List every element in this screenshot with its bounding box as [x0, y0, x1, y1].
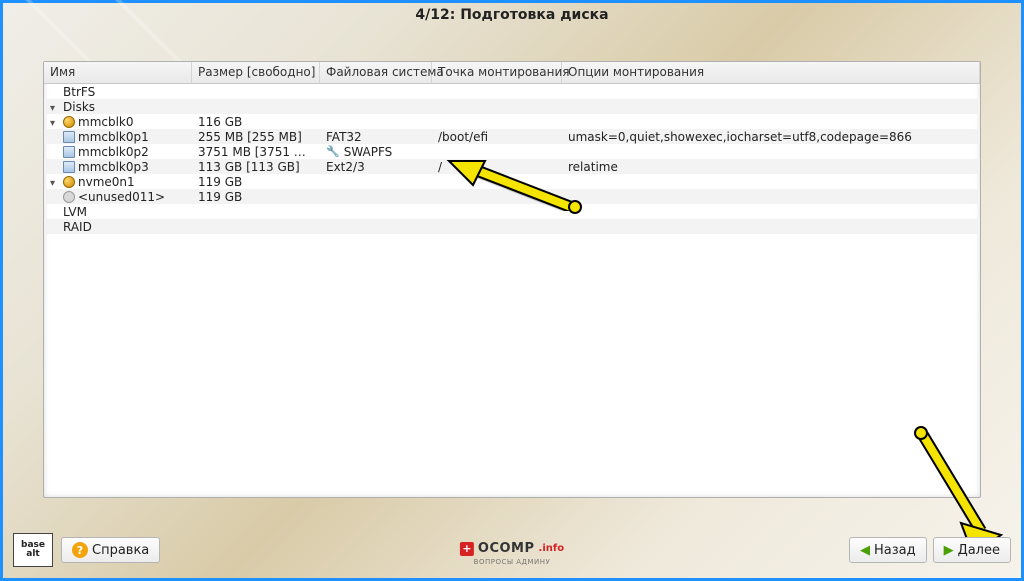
wrench-icon: 🔧: [326, 146, 340, 157]
table-header: Имя Размер [свободно] Файловая система Т…: [44, 62, 980, 84]
row-name: BtrFS: [63, 85, 95, 99]
footer: base alt ? Справка ◀ Назад ▶ Далее: [13, 532, 1011, 568]
cell-name: mmcblk0p3: [44, 160, 192, 174]
distro-logo: base alt: [13, 533, 53, 567]
row-name: mmcblk0p1: [78, 130, 149, 144]
table-row[interactable]: mmcblk0p2 3751 MB [3751 MB] 🔧 SWAPFS: [44, 144, 980, 159]
partition-panel: Имя Размер [свободно] Файловая система Т…: [43, 61, 981, 498]
table-row[interactable]: nvme0n1 119 GB: [44, 174, 980, 189]
help-label: Справка: [92, 543, 149, 558]
cell-size: 3751 MB [3751 MB]: [192, 145, 320, 159]
row-name: nvme0n1: [78, 175, 135, 189]
cell-name: RAID: [44, 220, 192, 234]
row-name: Disks: [63, 100, 95, 114]
row-name: mmcblk0p2: [78, 145, 149, 159]
cell-size: 113 GB [113 GB]: [192, 160, 320, 174]
partition-icon: [63, 146, 75, 158]
cell-size: 119 GB: [192, 190, 320, 204]
chevron-right-icon: ▶: [944, 543, 954, 558]
help-button[interactable]: ? Справка: [61, 537, 160, 563]
row-name: mmcblk0: [78, 115, 134, 129]
cell-size: 119 GB: [192, 175, 320, 189]
chevron-left-icon: ◀: [860, 543, 870, 558]
table-row[interactable]: LVM: [44, 204, 980, 219]
expand-toggle-icon[interactable]: [50, 115, 60, 129]
page-title: 4/12: Подготовка диска: [3, 7, 1021, 23]
nav-buttons: ◀ Назад ▶ Далее: [849, 537, 1011, 563]
table-row[interactable]: mmcblk0 116 GB: [44, 114, 980, 129]
next-label: Далее: [958, 543, 1000, 558]
cell-mount: /boot/efi: [432, 130, 562, 144]
row-name: LVM: [63, 205, 87, 219]
cell-mount: /: [432, 160, 562, 174]
col-mount[interactable]: Точка монтирования: [432, 62, 562, 83]
cell-name: nvme0n1: [44, 175, 192, 189]
cell-fs: FAT32: [320, 130, 432, 144]
expand-toggle-icon[interactable]: [50, 175, 60, 189]
cell-name: BtrFS: [44, 85, 192, 99]
cell-name: mmcblk0p2: [44, 145, 192, 159]
cell-size: 116 GB: [192, 115, 320, 129]
disk-icon: [63, 116, 75, 128]
cell-name: <unused011>: [44, 190, 192, 204]
table-row[interactable]: mmcblk0p1 255 MB [255 MB] FAT32/boot/efium…: [44, 129, 980, 144]
partition-icon: [63, 161, 75, 173]
row-name: <unused011>: [78, 190, 165, 204]
partition-icon: [63, 131, 75, 143]
cell-size: 255 MB [255 MB]: [192, 130, 320, 144]
expand-toggle-icon[interactable]: [50, 100, 60, 114]
cell-fs: Ext2/3: [320, 160, 432, 174]
cell-fs: 🔧 SWAPFS: [320, 145, 432, 159]
back-button[interactable]: ◀ Назад: [849, 537, 927, 563]
cell-name: mmcblk0p1: [44, 130, 192, 144]
row-name: RAID: [63, 220, 92, 234]
unused-icon: [63, 191, 75, 203]
fs-label: Ext2/3: [326, 160, 365, 174]
table-row[interactable]: Disks: [44, 99, 980, 114]
back-label: Назад: [874, 543, 916, 558]
cell-name: mmcblk0: [44, 115, 192, 129]
disk-icon: [63, 176, 75, 188]
table-row[interactable]: <unused011> 119 GB: [44, 189, 980, 204]
cell-opts: relatime: [562, 160, 980, 174]
cell-name: Disks: [44, 100, 192, 114]
fs-label: FAT32: [326, 130, 362, 144]
cell-opts: umask=0,quiet,showexec,iocharset=utf8,co…: [562, 130, 980, 144]
table-body: BtrFSDisksmmcblk0 116 GB mmcblk0p1 255 MB […: [44, 84, 980, 497]
table-row[interactable]: RAID: [44, 219, 980, 234]
table-row[interactable]: mmcblk0p3 113 GB [113 GB] Ext2/3 /relatime: [44, 159, 980, 174]
col-size[interactable]: Размер [свободно]: [192, 62, 320, 83]
col-name[interactable]: Имя: [44, 62, 192, 83]
table-row[interactable]: BtrFS: [44, 84, 980, 99]
cell-name: LVM: [44, 205, 192, 219]
row-name: mmcblk0p3: [78, 160, 149, 174]
col-fs[interactable]: Файловая система: [320, 62, 432, 83]
help-icon: ?: [72, 542, 88, 558]
logo-text-bottom: alt: [26, 550, 39, 559]
col-opts[interactable]: Опции монтирования: [562, 62, 980, 83]
next-button[interactable]: ▶ Далее: [933, 537, 1011, 563]
fs-label: SWAPFS: [344, 145, 393, 159]
